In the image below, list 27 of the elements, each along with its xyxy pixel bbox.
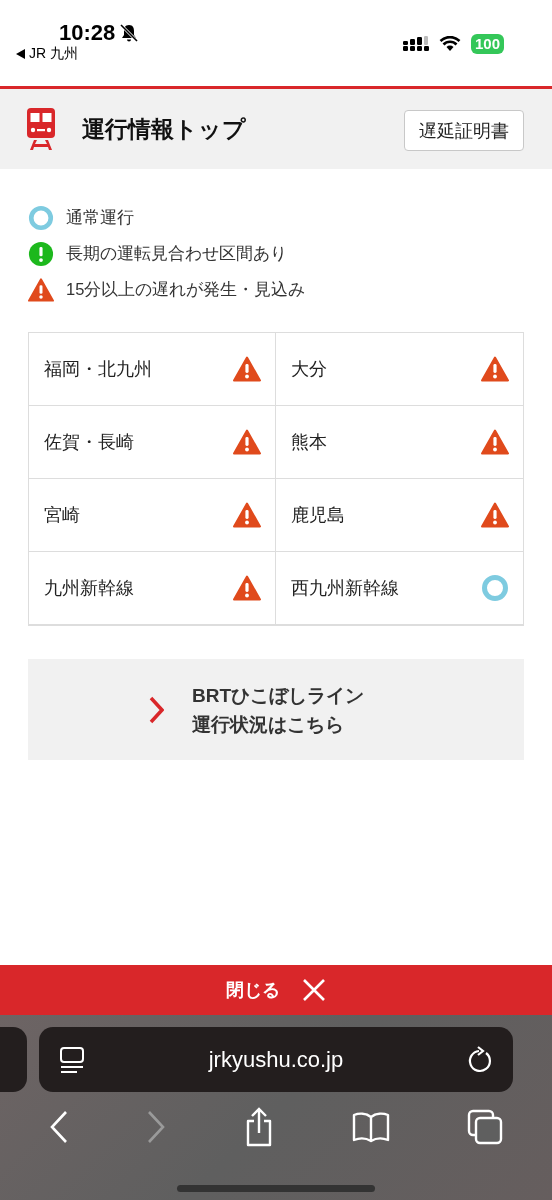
reader-icon[interactable] xyxy=(59,1045,85,1074)
back-icon[interactable] xyxy=(48,1110,69,1144)
delay-certificate-button[interactable]: 遅延証明書 xyxy=(404,110,524,151)
reload-icon[interactable] xyxy=(467,1045,493,1074)
page-title: 運行情報トップ xyxy=(82,114,247,144)
tabs-icon[interactable] xyxy=(467,1109,504,1145)
close-button[interactable]: 閉じる xyxy=(0,965,552,1015)
url-text: jrkyushu.co.jp xyxy=(208,1046,344,1073)
clock-time: 10:28 xyxy=(59,20,116,46)
back-app-link[interactable]: JR 九州 xyxy=(29,45,78,63)
wifi-icon xyxy=(438,36,461,52)
book-icon[interactable] xyxy=(352,1111,391,1143)
signal-icon xyxy=(402,36,429,52)
back-triangle-icon[interactable] xyxy=(16,49,25,59)
close-icon xyxy=(302,978,326,1002)
address-bar[interactable]: jrkyushu.co.jp xyxy=(39,1027,513,1092)
region-item[interactable]: 福岡・北九州 xyxy=(29,333,276,406)
region-item[interactable]: 佐賀・長崎 xyxy=(29,406,276,479)
legend-label: 15分以上の遅れが発生・見込み xyxy=(66,279,306,300)
train-icon xyxy=(26,108,56,150)
region-item[interactable]: 宮崎 xyxy=(29,479,276,552)
chevron-right-icon xyxy=(147,695,164,724)
legend-label: 通常運行 xyxy=(66,207,134,228)
brt-status-link[interactable]: BRTひこぼしライン 運行状況はこちら xyxy=(28,659,524,760)
bell-slash-icon xyxy=(119,23,140,43)
battery-level: 100 xyxy=(470,34,504,54)
legend-label: 長期の運転見合わせ区間あり xyxy=(66,243,287,264)
